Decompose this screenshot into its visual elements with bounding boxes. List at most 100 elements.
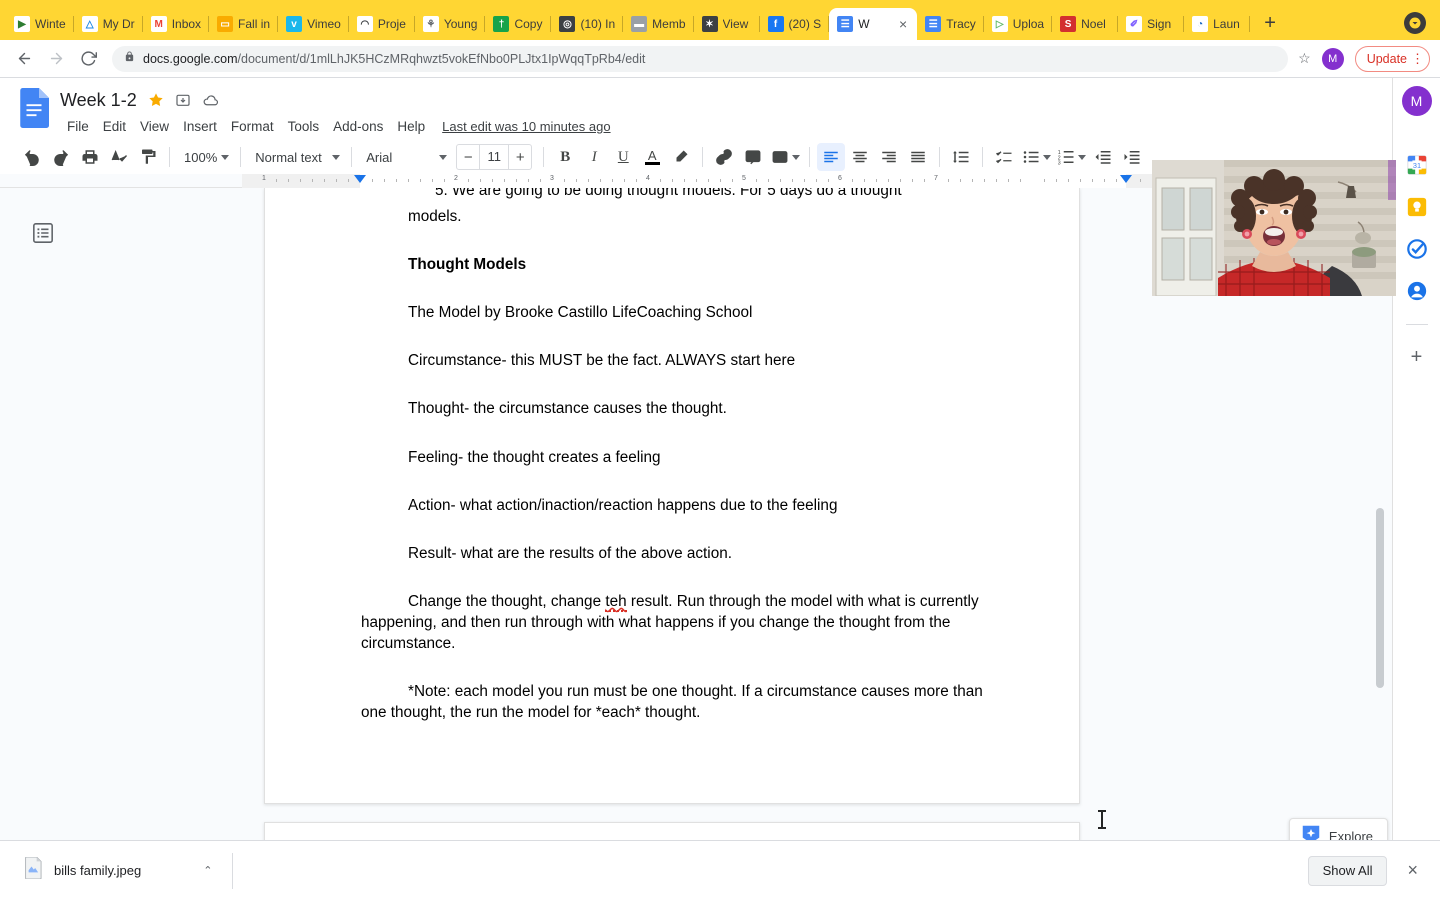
address-bar[interactable]: docs.google.com/document/d/1mlLhJK5HCzMR… [112,45,1289,72]
decrease-indent-button[interactable] [1089,143,1117,171]
add-addon-icon[interactable]: + [1411,347,1423,367]
browser-tab[interactable]: ▬ Memb [623,8,694,40]
menu-edit[interactable]: Edit [96,116,133,137]
misspelled-word[interactable]: teh [605,592,627,612]
google-contacts-icon[interactable] [1406,280,1428,302]
document-ruler[interactable]: 11234567 [242,174,1244,188]
menu-file[interactable]: File [60,116,96,137]
bold-button[interactable]: B [551,143,579,171]
right-indent-marker[interactable] [1120,175,1132,183]
download-item[interactable]: bills family.jpeg ⌃ [16,852,218,890]
browser-tab[interactable]: ◎ (10) In [551,8,623,40]
google-calendar-icon[interactable]: 31 [1406,154,1428,176]
download-menu-chevron-icon[interactable]: ⌃ [203,864,212,877]
star-icon[interactable] [148,92,164,108]
forward-button[interactable] [42,45,70,73]
tab-title: (20) S [788,17,822,31]
last-edit-status[interactable]: Last edit was 10 minutes ago [442,119,610,134]
font-family-select[interactable]: Arial [359,144,451,170]
redo-button[interactable] [47,143,75,171]
bookmark-star-icon[interactable]: ☆ [1298,50,1311,67]
browser-tab[interactable]: f (20) S [760,8,830,40]
font-size-stepper[interactable]: − 11 + [456,144,533,170]
cloud-saved-icon[interactable] [202,92,219,109]
browser-tab[interactable]: △ My Dr [74,8,143,40]
menu-format[interactable]: Format [224,116,281,137]
increase-indent-button[interactable] [1118,143,1146,171]
browser-profile-avatar[interactable]: M [1321,47,1344,70]
align-left-button[interactable] [817,143,846,171]
back-button[interactable] [10,45,38,73]
checklist-button[interactable] [990,143,1018,171]
webcam-overlay[interactable] [1152,160,1396,296]
zoom-select[interactable]: 100% [177,144,233,170]
insert-image-button[interactable] [768,143,802,171]
left-indent-marker[interactable] [354,175,366,183]
chrome-menu-icon[interactable]: ⋮ [1411,51,1424,67]
paint-format-button[interactable] [134,143,162,171]
text-color-button[interactable]: A [638,143,666,171]
browser-tab[interactable]: ✶ View [694,8,760,40]
underline-button[interactable]: U [609,143,637,171]
upload-icon: ▷ [991,16,1008,32]
align-right-button[interactable] [875,143,903,171]
line-spacing-button[interactable] [947,143,975,171]
reload-button[interactable] [74,45,102,73]
menu-help[interactable]: Help [390,116,432,137]
insert-link-button[interactable] [710,143,738,171]
menu-insert[interactable]: Insert [176,116,224,137]
paragraph-result: Result- what are the results of the abov… [408,544,732,562]
browser-tab[interactable]: ☰ Tracy [917,8,984,40]
document-title[interactable]: Week 1-2 [60,90,137,111]
print-button[interactable] [76,143,104,171]
menu-add-ons[interactable]: Add-ons [326,116,390,137]
browser-tab-active[interactable]: ☰ W × [829,8,918,40]
italic-button[interactable]: I [580,143,608,171]
update-button[interactable]: Update ⋮ [1354,45,1430,72]
document-scrollbar[interactable] [1376,508,1384,688]
browser-tab[interactable]: ⚘ Young [415,8,486,40]
browser-tab[interactable]: v Vimeo [278,8,349,40]
align-justify-button[interactable] [904,143,932,171]
paragraph-feeling: Feeling- the thought creates a feeling [408,448,661,466]
document-outline-toggle[interactable] [32,222,54,244]
browser-tab[interactable]: ◠ Proje [349,8,415,40]
decrease-font-size-button[interactable]: − [457,149,479,166]
font-size-input[interactable]: 11 [479,145,510,169]
browser-tab[interactable]: ◔ Laun [1184,8,1251,40]
google-docs-logo-icon[interactable] [14,88,54,132]
browser-tab[interactable]: S Noel [1052,8,1119,40]
docs-account-avatar[interactable]: M [1401,86,1432,116]
browser-tab[interactable]: ▭ Fall in [209,8,279,40]
undo-button[interactable] [18,143,46,171]
tab-search-icon[interactable] [1404,12,1426,34]
bulleted-list-button[interactable] [1019,143,1053,171]
menu-view[interactable]: View [133,116,176,137]
document-page[interactable]: 5. We are going to be doing thought mode… [264,188,1106,829]
spellcheck-button[interactable] [105,143,133,171]
highlight-color-button[interactable] [667,143,695,171]
align-center-button[interactable] [846,143,874,171]
google-keep-icon[interactable] [1406,196,1428,218]
browser-tab[interactable]: ✐ Sign [1118,8,1185,40]
show-all-downloads-button[interactable]: Show All [1307,855,1388,886]
browser-tab[interactable]: ▷ Uploa [984,8,1053,40]
move-to-folder-icon[interactable] [175,92,191,108]
paragraph-style-select[interactable]: Normal text [248,144,344,170]
sign-icon: ✐ [1126,16,1143,32]
ruler-tick [1080,179,1081,182]
close-tab-icon[interactable]: × [897,17,909,31]
new-tab-button[interactable]: + [1256,9,1284,37]
increase-font-size-button[interactable]: + [509,149,531,166]
add-comment-button[interactable] [739,143,767,171]
google-tasks-icon[interactable] [1406,238,1428,260]
browser-tab[interactable]: M Inbox [143,8,210,40]
browser-tab[interactable]: † Copy [485,8,552,40]
close-download-shelf-button[interactable]: × [1407,860,1418,881]
menu-tools[interactable]: Tools [281,116,327,137]
browser-tab[interactable]: ▶ Winte [6,8,74,40]
document-body[interactable]: 5. We are going to be doing thought mode… [361,188,983,750]
chevron-down-icon [439,154,448,160]
numbered-list-button[interactable]: 123 [1054,143,1088,171]
chevron-down-icon [332,154,341,160]
